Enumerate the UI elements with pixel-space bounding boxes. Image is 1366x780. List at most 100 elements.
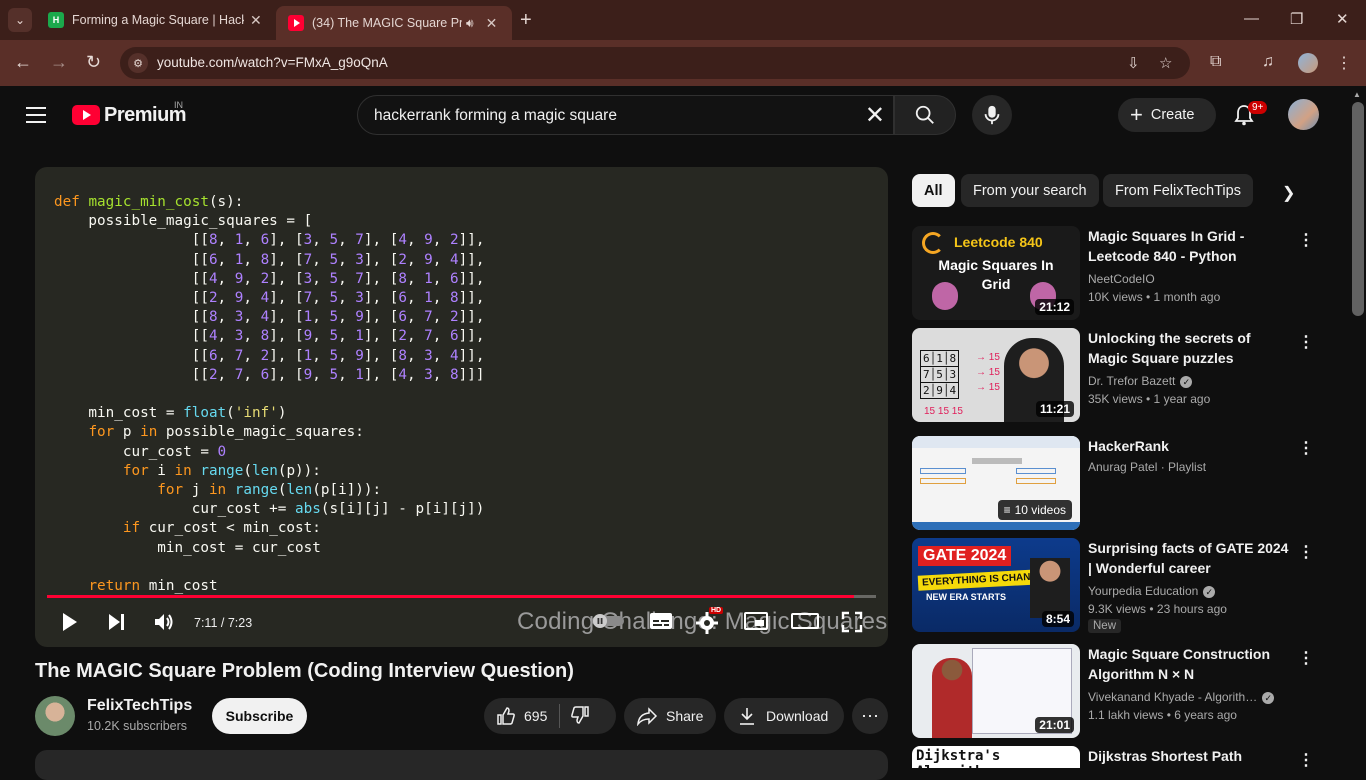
rec-meta: 9.3K views • 23 hours ago	[1088, 602, 1227, 616]
rec-channel[interactable]: NeetCodeIO	[1088, 272, 1155, 286]
rec-channel[interactable]: Vivekanand Khyade - Algorith… ✓	[1088, 690, 1275, 704]
extensions-icon[interactable]: ⧉	[1210, 53, 1221, 71]
bookmark-star-icon[interactable]: ☆	[1159, 54, 1172, 72]
close-tab-icon[interactable]: ✕	[250, 12, 262, 29]
next-button[interactable]	[107, 611, 127, 638]
speaker-icon[interactable]: 🔊︎	[466, 16, 474, 31]
video-thumbnail[interactable]: 6│1│8 7│5│3 2│9│4 → 15 → 15 → 15 15 15 15 11…	[912, 328, 1080, 422]
recommended-video[interactable]: 21:01 Magic Square Construction Algorith…	[912, 644, 1337, 738]
youtube-logo-icon[interactable]	[72, 105, 100, 125]
video-thumbnail[interactable]: Dijkstra's Algorithm	[912, 746, 1080, 768]
description-box[interactable]	[35, 750, 888, 780]
rec-title[interactable]: Dijkstras Shortest Path	[1088, 746, 1293, 766]
playlist-thumbnail[interactable]: ≡ 10 videos	[912, 436, 1080, 530]
more-vert-icon[interactable]: ⋮	[1298, 542, 1314, 562]
theater-mode-button[interactable]	[791, 611, 819, 636]
clear-search-icon[interactable]: ✕	[865, 101, 885, 130]
more-vert-icon[interactable]: ⋮	[1298, 750, 1314, 768]
scrollbar-thumb[interactable]	[1352, 102, 1364, 316]
new-tab-button[interactable]: +	[520, 9, 532, 32]
like-button[interactable]: 695	[496, 706, 547, 726]
verified-icon: ✓	[1180, 375, 1193, 388]
channel-avatar[interactable]	[35, 696, 75, 736]
subscribe-button[interactable]: Subscribe	[212, 698, 307, 734]
play-button[interactable]	[61, 611, 79, 638]
autoplay-toggle[interactable]	[591, 613, 625, 634]
chip-all[interactable]: All	[912, 174, 955, 207]
page-scrollbar[interactable]: ▲	[1350, 86, 1366, 768]
volume-button[interactable]	[153, 611, 175, 638]
recommended-playlist[interactable]: ≡ 10 videos HackerRank Anurag Patel · Pla…	[912, 436, 1337, 530]
account-avatar[interactable]	[1288, 99, 1319, 130]
browser-tab-youtube[interactable]: (34) The MAGIC Square Prob 🔊︎ ✕	[276, 6, 512, 40]
site-info-icon[interactable]: ⚙	[128, 53, 148, 73]
chip-from-channel[interactable]: From FelixTechTips	[1103, 174, 1253, 207]
forward-button[interactable]: →	[50, 52, 68, 73]
rec-title[interactable]: Magic Squares In Grid - Leetcode 840 - P…	[1088, 226, 1293, 266]
divider	[559, 704, 561, 728]
search-button[interactable]	[894, 95, 956, 135]
browser-profile-avatar[interactable]	[1298, 53, 1318, 73]
rec-channel[interactable]: Dr. Trefor Bazett ✓	[1088, 374, 1193, 388]
close-tab-icon[interactable]: ✕	[486, 15, 498, 32]
thumb-graphic	[920, 478, 966, 484]
search-input[interactable]: hackerrank forming a magic square ✕	[357, 95, 894, 135]
more-vert-icon[interactable]: ⋮	[1298, 648, 1314, 668]
scroll-up-icon[interactable]: ▲	[1353, 90, 1361, 99]
restore-button[interactable]: ❐	[1290, 10, 1303, 28]
seek-bar[interactable]	[47, 595, 876, 598]
recommended-video[interactable]: 6│1│8 7│5│3 2│9│4 → 15 → 15 → 15 15 15 15 11…	[912, 328, 1337, 422]
menu-icon[interactable]	[26, 107, 46, 128]
reload-button[interactable]: ↻	[86, 52, 101, 73]
fullscreen-button[interactable]	[841, 611, 863, 638]
video-thumbnail[interactable]: 21:01	[912, 644, 1080, 738]
miniplayer-button[interactable]	[744, 611, 768, 636]
create-button[interactable]: + Create	[1118, 98, 1216, 132]
duration-badge: 8:54	[1041, 611, 1074, 627]
chip-from-search[interactable]: From your search	[961, 174, 1099, 207]
presenter-image	[932, 658, 972, 738]
video-player[interactable]: def magic_min_cost(s): possible_magic_sq…	[35, 167, 888, 647]
captions-button[interactable]	[649, 611, 673, 636]
settings-button[interactable]: HD	[695, 607, 724, 640]
media-control-icon[interactable]: ♫	[1262, 53, 1274, 71]
address-bar[interactable]: ⚙ youtube.com/watch?v=FMxA_g9oQnA ⇩ ☆	[120, 47, 1190, 79]
close-window-button[interactable]: ✕	[1336, 10, 1349, 28]
rec-title[interactable]: HackerRank	[1088, 436, 1293, 456]
video-thumbnail[interactable]: Leetcode 840 Magic Squares In Grid 21:12	[912, 226, 1080, 320]
browser-tab-hackerrank[interactable]: H Forming a Magic Square | Hack ✕	[36, 6, 272, 34]
dislike-button[interactable]	[570, 705, 590, 728]
install-app-icon[interactable]: ⇩	[1127, 54, 1140, 72]
url-text[interactable]: youtube.com/watch?v=FMxA_g9oQnA	[157, 55, 388, 70]
video-thumbnail[interactable]: GATE 2024 EVERYTHING IS CHANGED! NEW ERA…	[912, 538, 1080, 632]
rec-channel[interactable]: Yourpedia Education ✓	[1088, 584, 1216, 598]
channel-name[interactable]: FelixTechTips	[87, 697, 192, 715]
browser-menu-icon[interactable]: ⋮	[1336, 53, 1352, 73]
search-icon	[915, 105, 934, 124]
more-vert-icon[interactable]: ⋮	[1298, 230, 1314, 250]
miniplayer-icon	[744, 612, 768, 630]
recommended-video[interactable]: Dijkstra's Algorithm Dijkstras Shortest …	[912, 746, 1337, 768]
search-query[interactable]: hackerrank forming a magic square	[374, 107, 617, 125]
chevron-right-icon[interactable]: ❯	[1282, 183, 1295, 203]
more-vert-icon[interactable]: ⋮	[1298, 438, 1314, 458]
minimize-button[interactable]: —	[1244, 10, 1259, 27]
voice-search-button[interactable]	[972, 95, 1012, 135]
rec-title[interactable]: Magic Square Construction Algorithm N × …	[1088, 644, 1293, 684]
rec-title[interactable]: Unlocking the secrets of Magic Square pu…	[1088, 328, 1293, 368]
rec-channel[interactable]: Anurag Patel · Playlist	[1088, 460, 1206, 474]
video-title: The MAGIC Square Problem (Coding Intervi…	[35, 660, 574, 682]
more-vert-icon[interactable]: ⋮	[1298, 332, 1314, 352]
recommended-video[interactable]: Leetcode 840 Magic Squares In Grid 21:12…	[912, 226, 1337, 320]
subscriber-count: 10.2K subscribers	[87, 719, 188, 733]
share-button[interactable]: Share	[624, 698, 716, 734]
new-badge: New	[1088, 619, 1122, 633]
tab-search-button[interactable]: ⌄	[8, 8, 32, 32]
rec-title[interactable]: Surprising facts of GATE 2024 | Wonderfu…	[1088, 538, 1293, 578]
tab-title: Forming a Magic Square | Hack	[72, 13, 244, 27]
back-button[interactable]: ←	[14, 52, 32, 73]
recommended-video[interactable]: GATE 2024 EVERYTHING IS CHANGED! NEW ERA…	[912, 538, 1337, 633]
more-actions-button[interactable]: ⋯	[852, 698, 888, 734]
download-button[interactable]: Download	[724, 698, 844, 734]
browser-toolbar: ← → ↻ ⚙ youtube.com/watch?v=FMxA_g9oQnA …	[0, 40, 1366, 86]
